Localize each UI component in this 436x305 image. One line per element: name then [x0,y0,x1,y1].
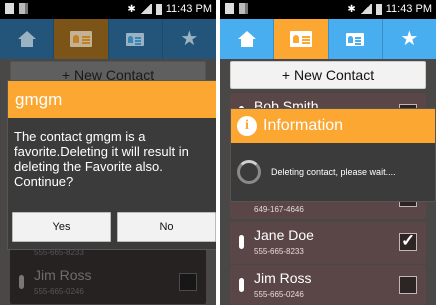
signal-icon [139,4,152,14]
loading-spinner-icon [237,160,261,184]
contact-indicator [19,275,24,289]
yes-button[interactable]: Yes [12,212,111,242]
contact-phone: 649-167-4646 [254,205,304,214]
notification-icon [239,3,248,14]
info-dialog-message: Deleting contact, please wait.... [271,167,396,177]
dialog-title: gmgm [8,81,220,118]
contact-phone: 555-665-0246 [254,290,304,299]
tab-home[interactable] [0,19,55,59]
tab-home[interactable] [220,19,275,59]
new-contact-button[interactable]: + New Contact [230,61,426,89]
battery-icon [375,3,382,15]
contact-checkbox[interactable] [399,276,417,294]
contact-name: Jim Ross [254,270,312,286]
home-icon [237,31,256,47]
status-bar: ✱ 11:43 PM [0,0,216,19]
notification-icon [225,3,234,14]
tab-favorites[interactable]: ★ [162,19,216,59]
contact-row[interactable]: Jim Ross 555-665-0246 [10,262,206,304]
contact-card-icon [289,31,312,47]
contact-card-small-icon [126,32,145,46]
tab-bar: ★ [0,19,216,59]
contact-row[interactable]: Jane Doe 555-665-8233 [230,222,426,264]
star-icon: ★ [180,28,199,50]
tab-contacts-list[interactable] [328,19,383,59]
tab-favorites[interactable]: ★ [382,19,436,59]
contact-card-icon [69,31,92,47]
contact-checkbox[interactable] [179,273,197,291]
signal-icon [359,4,372,14]
info-dialog-header: i Information [231,109,435,143]
info-dialog-title: Information [263,117,344,134]
no-button[interactable]: No [117,212,216,242]
nfc-icon: ✱ [127,3,136,15]
tab-contacts[interactable] [54,19,109,59]
tab-bar: ★ [220,19,436,59]
home-icon [17,31,36,47]
tab-contacts[interactable] [274,19,329,59]
battery-icon [155,3,162,15]
star-icon: ★ [400,28,419,50]
information-dialog: i Information Deleting contact, please w… [230,108,436,202]
notification-icon [19,3,28,14]
contact-name: Jane Doe [254,227,314,243]
contact-indicator [239,235,244,249]
contact-phone: 555-665-8233 [254,247,304,256]
status-time: 11:43 PM [165,3,212,15]
info-icon: i [237,116,257,136]
status-bar: ✱ 11:43 PM [220,0,436,19]
contact-checkbox[interactable] [399,231,417,251]
delete-confirm-dialog: gmgm The contact gmgm is a favorite.Dele… [7,80,221,250]
status-time: 11:43 PM [385,3,432,15]
nfc-icon: ✱ [347,3,356,15]
notification-icon [5,3,14,14]
tab-contacts-list[interactable] [108,19,163,59]
contact-name: Jim Ross [34,267,92,283]
contact-phone: 555-665-0246 [34,287,84,296]
dialog-message: The contact gmgm is a favorite.Deleting … [14,129,189,189]
contact-card-small-icon [346,32,365,46]
contact-row[interactable]: Jim Ross 555-665-0246 [230,265,426,305]
contact-indicator [239,278,244,292]
